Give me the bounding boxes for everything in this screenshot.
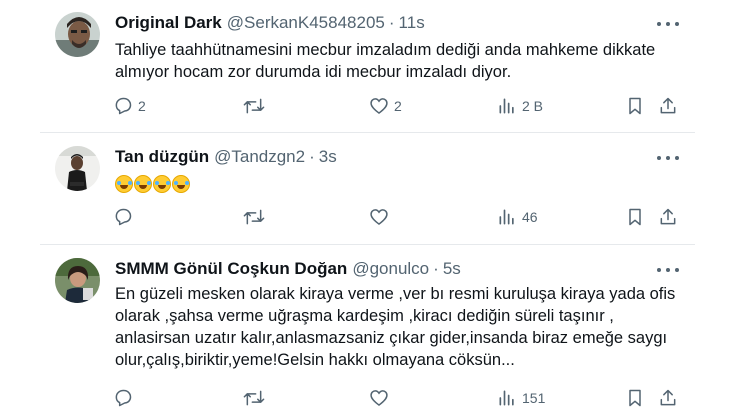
reply-count: 2 <box>138 98 146 114</box>
view-count: 46 <box>522 209 538 225</box>
author-handle[interactable]: @Tandzgn2 <box>214 147 305 167</box>
tweet-text-line: olur,çalış,biriktir,yeme!Gelsin hakkı ol… <box>115 351 515 369</box>
retweet-button[interactable] <box>243 96 270 116</box>
bookmark-button[interactable] <box>625 388 645 408</box>
views-button[interactable]: 2 B <box>497 96 543 116</box>
tweet-1[interactable]: Original Dark @SerkanK45848205 · 11s Tah… <box>0 0 730 130</box>
more-icon[interactable] <box>657 268 679 274</box>
tweet-text-line: anlasirsan uzatır kalır,anlasmazsaniz çı… <box>115 329 668 347</box>
like-button[interactable] <box>369 388 394 408</box>
like-count: 2 <box>394 98 402 114</box>
author-name[interactable]: Original Dark <box>115 13 222 33</box>
avatar[interactable] <box>55 258 100 303</box>
more-icon[interactable] <box>657 156 679 162</box>
reply-button[interactable] <box>113 388 138 408</box>
views-icon <box>499 390 514 406</box>
tweet-actions: 151 <box>0 388 730 412</box>
retweet-button[interactable] <box>243 207 270 227</box>
like-icon <box>370 98 388 115</box>
bookmark-icon <box>629 389 641 407</box>
tweet-header: Tan düzgün @Tandzgn2 · 3s <box>115 147 337 167</box>
retweet-icon <box>243 390 265 406</box>
timestamp[interactable]: 3s <box>319 147 337 167</box>
tweet-text-line: Tahliye taahhütnamesini mecbur imzaladım… <box>115 41 656 59</box>
share-button[interactable] <box>658 207 678 227</box>
more-icon[interactable] <box>657 22 679 28</box>
tweet-text: Tahliye taahhütnamesini mecbur imzaladım… <box>115 39 695 83</box>
rofl-emoji-icon <box>172 174 190 193</box>
like-button[interactable]: 2 <box>369 96 402 116</box>
retweet-icon <box>243 209 265 225</box>
author-name[interactable]: Tan düzgün <box>115 147 209 167</box>
author-handle[interactable]: @SerkanK45848205 <box>227 13 385 33</box>
view-count: 2 B <box>522 98 544 114</box>
bookmark-icon <box>629 97 641 115</box>
reply-icon <box>115 389 132 407</box>
rofl-emoji-icon <box>115 174 133 193</box>
tweet-text: En güzeli mesken olarak kiraya verme ,ve… <box>115 283 695 371</box>
tweet-text-line: olarak ,şahsa verme uğraşma kardeşim ,ki… <box>115 307 614 325</box>
tweet-actions: 2 2 2 B <box>0 96 730 120</box>
share-icon <box>660 97 676 114</box>
bookmark-button[interactable] <box>625 207 645 227</box>
tweet-3[interactable]: SMMM Gönül Coşkun Doğan @gonulco · 5s En… <box>0 245 730 420</box>
avatar[interactable] <box>55 12 100 57</box>
reply-icon <box>115 97 132 115</box>
timestamp[interactable]: 11s <box>399 13 425 33</box>
bookmark-icon <box>629 208 641 226</box>
like-icon <box>370 390 388 407</box>
separator-dot: · <box>309 147 315 166</box>
retweet-icon <box>243 98 265 114</box>
views-icon <box>499 209 514 225</box>
share-button[interactable] <box>658 96 678 116</box>
reply-button[interactable] <box>113 207 138 227</box>
author-name[interactable]: SMMM Gönül Coşkun Doğan <box>115 259 347 279</box>
share-icon <box>660 208 676 225</box>
timestamp[interactable]: 5s <box>443 259 461 279</box>
separator-dot: · <box>433 259 439 278</box>
views-icon <box>499 98 514 114</box>
author-handle[interactable]: @gonulco <box>352 259 429 279</box>
rofl-emoji-icon <box>153 174 171 193</box>
rofl-emoji-icon <box>134 174 152 193</box>
share-button[interactable] <box>658 388 678 408</box>
separator-dot: · <box>388 13 395 32</box>
share-icon <box>660 389 676 406</box>
tweet-actions: 46 <box>0 207 730 231</box>
bookmark-button[interactable] <box>625 96 645 116</box>
tweet-emoji-text <box>115 172 695 194</box>
views-button[interactable]: 151 <box>497 388 545 408</box>
like-icon <box>370 209 388 226</box>
tweet-text-line: almıyor hocam zor durumda idi mecbur imz… <box>115 63 512 81</box>
avatar[interactable] <box>55 146 100 191</box>
views-button[interactable]: 46 <box>497 207 538 227</box>
retweet-button[interactable] <box>243 388 270 408</box>
tweet-2[interactable]: Tan düzgün @Tandzgn2 · 3s 46 <box>0 133 730 243</box>
reply-icon <box>115 208 132 226</box>
tweet-text-line: En güzeli mesken olarak kiraya verme ,ve… <box>115 285 676 303</box>
view-count: 151 <box>522 390 546 406</box>
tweet-header: Original Dark @SerkanK45848205 · 11s <box>115 13 425 33</box>
like-button[interactable] <box>369 207 394 227</box>
reply-button[interactable]: 2 <box>113 96 146 116</box>
tweet-header: SMMM Gönül Coşkun Doğan @gonulco · 5s <box>115 259 461 279</box>
